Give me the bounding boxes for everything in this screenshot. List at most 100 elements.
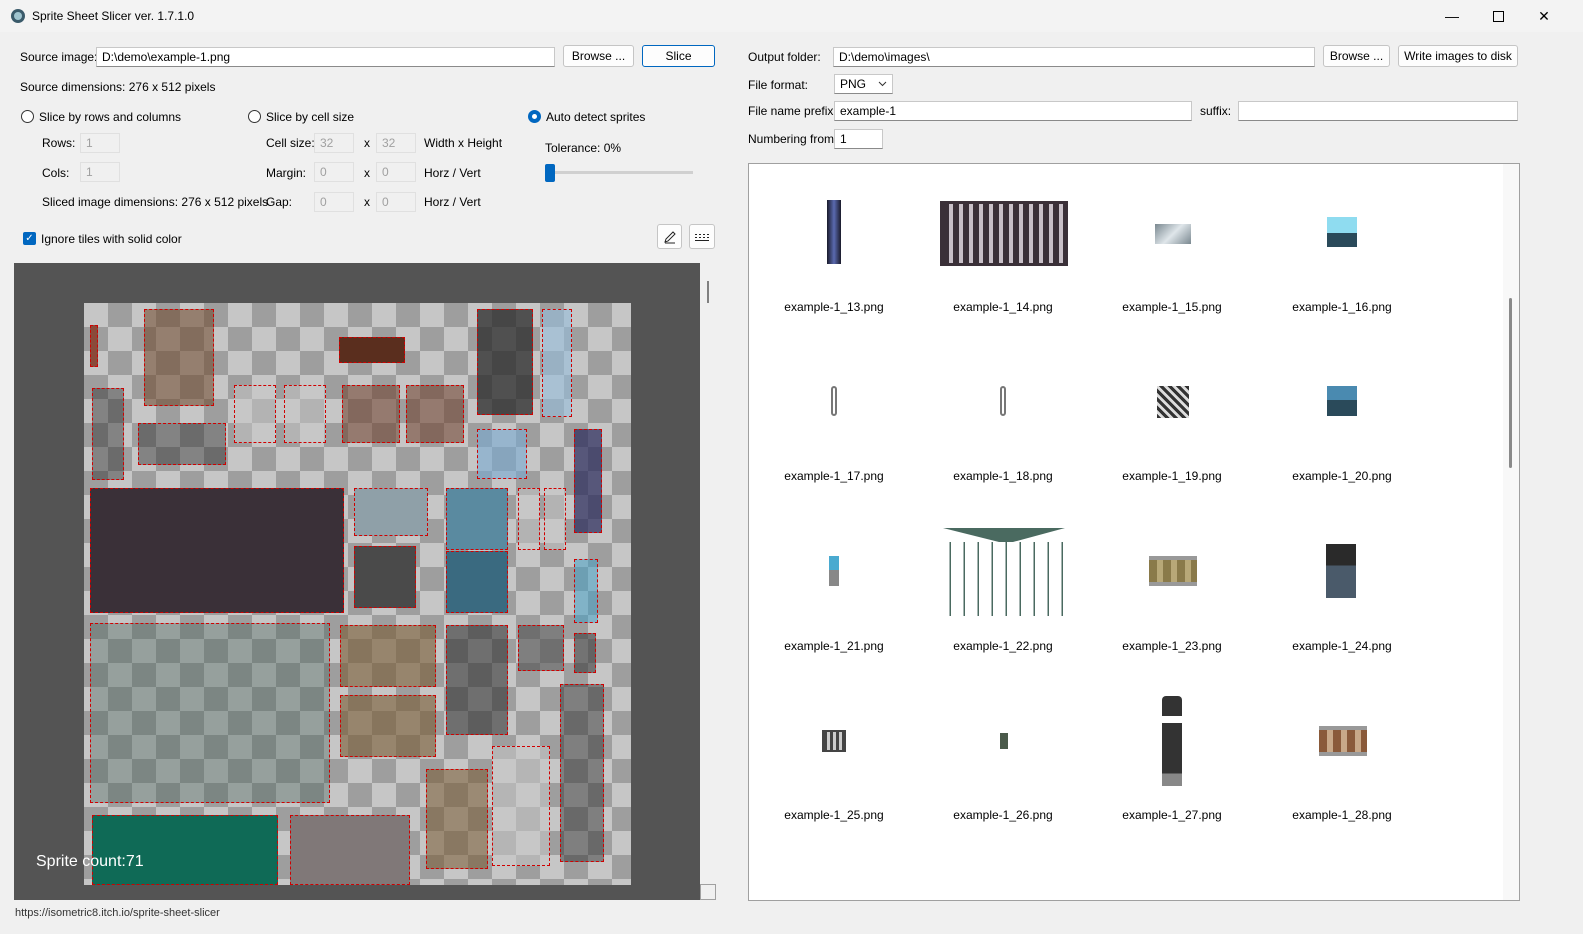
file-name: example-1_25.png [784, 808, 884, 822]
output-browse-button[interactable]: Browse ... [1323, 45, 1390, 67]
sprite[interactable] [574, 559, 598, 623]
sprite[interactable] [354, 488, 428, 536]
cell-size-field-label: Cell size: [266, 136, 315, 150]
suffix-field[interactable] [1238, 101, 1518, 121]
numbering-label: Numbering from: [748, 132, 838, 146]
file-prefix-field[interactable]: example-1 [834, 101, 1192, 121]
minimize-icon[interactable]: — [1429, 0, 1475, 32]
sprite[interactable] [90, 623, 330, 803]
file-format-label: File format: [748, 78, 809, 92]
preview-scroll-corner [700, 884, 716, 900]
sprite[interactable] [574, 633, 596, 673]
file-thumbnail [1000, 386, 1006, 416]
cell-height-field[interactable]: 32 [376, 133, 416, 153]
gap-horz-field[interactable]: 0 [314, 192, 354, 212]
cell-size-radio[interactable] [248, 110, 261, 123]
suffix-label: suffix: [1200, 104, 1232, 118]
output-scroll-thumb[interactable] [1509, 298, 1512, 468]
window-title: Sprite Sheet Slicer ver. 1.7.1.0 [32, 9, 195, 23]
sprite[interactable] [426, 769, 488, 869]
sprite[interactable] [342, 385, 400, 443]
source-browse-button[interactable]: Browse ... [563, 45, 634, 67]
file-name: example-1_19.png [1122, 469, 1222, 483]
edit-button[interactable] [657, 224, 682, 249]
sprite[interactable] [138, 423, 226, 465]
sprite[interactable] [339, 337, 405, 363]
sprite[interactable] [92, 815, 278, 885]
sprite[interactable] [340, 695, 436, 757]
cell-size-label: Slice by cell size [266, 110, 355, 124]
gap-vert-field[interactable]: 0 [376, 192, 416, 212]
sprite-sheet-image [84, 303, 631, 885]
sprite[interactable] [90, 325, 98, 367]
sprite[interactable] [446, 625, 508, 735]
pencil-icon [663, 230, 676, 243]
tolerance-track [545, 171, 693, 174]
sprite[interactable] [518, 625, 564, 671]
sprite[interactable] [477, 309, 533, 415]
margin-vert-field[interactable]: 0 [376, 162, 416, 182]
ignore-solid-checkbox[interactable]: ✓ [23, 232, 36, 245]
cols-label: Cols: [42, 166, 70, 180]
chevron-down-icon [878, 81, 887, 87]
sprite-preview[interactable]: Sprite count:71 [14, 263, 716, 900]
sprite[interactable] [446, 551, 508, 613]
sprite[interactable] [518, 488, 540, 550]
rows-cols-radio[interactable] [21, 110, 34, 123]
file-format-value: PNG [840, 77, 867, 91]
sprite[interactable] [406, 385, 464, 443]
slice-button[interactable]: Slice [642, 45, 715, 67]
file-thumbnail [1327, 386, 1357, 416]
grid-dots-icon [695, 233, 709, 241]
sprite-count: Sprite count:71 [36, 853, 144, 870]
write-images-button[interactable]: Write images to disk [1398, 45, 1518, 67]
rows-field[interactable]: 1 [80, 133, 120, 153]
file-format-select[interactable]: PNG [834, 74, 893, 94]
maximize-icon[interactable] [1475, 0, 1521, 32]
file-name: example-1_24.png [1292, 639, 1392, 653]
output-folder-field[interactable]: D:\demo\images\ [833, 47, 1315, 67]
sprite[interactable] [92, 388, 124, 480]
sprite[interactable] [477, 429, 527, 479]
rows-cols-label: Slice by rows and columns [39, 110, 182, 124]
file-thumbnail [822, 730, 846, 752]
auto-detect-label: Auto detect sprites [546, 110, 646, 124]
sprite[interactable] [544, 488, 566, 550]
preview-vertical-scrollbar[interactable] [700, 263, 716, 900]
sprite[interactable] [542, 309, 572, 417]
file-name: example-1_18.png [953, 469, 1053, 483]
auto-detect-radio[interactable] [528, 110, 541, 123]
sprite[interactable] [574, 429, 602, 533]
status-url[interactable]: https://isometric8.itch.io/sprite-sheet-… [15, 907, 220, 919]
output-vertical-scrollbar[interactable] [1503, 164, 1519, 900]
cell-width-field[interactable]: 32 [314, 133, 354, 153]
preview-scroll-thumb[interactable] [707, 281, 709, 303]
source-image-field[interactable]: D:\demo\example-1.png [96, 47, 555, 67]
sprite[interactable] [560, 684, 604, 862]
sprite[interactable] [144, 309, 214, 406]
sprite[interactable] [284, 385, 326, 443]
source-dimensions: Source dimensions: 276 x 512 pixels [20, 80, 216, 94]
file-thumbnail [1000, 733, 1008, 749]
sprite[interactable] [90, 488, 344, 613]
output-image-list[interactable]: example-1_13.png example-1_14.png exampl… [748, 163, 1520, 901]
sprite[interactable] [234, 385, 276, 443]
file-name: example-1_13.png [784, 300, 884, 314]
sprite[interactable] [492, 746, 550, 866]
file-name: example-1_26.png [953, 808, 1053, 822]
file-name: example-1_20.png [1292, 469, 1392, 483]
file-thumbnail [1157, 386, 1189, 418]
sprite[interactable] [354, 546, 416, 608]
file-thumbnail [1326, 544, 1356, 598]
file-name: example-1_27.png [1122, 808, 1222, 822]
file-thumbnail [829, 556, 839, 586]
sprite[interactable] [446, 488, 508, 550]
margin-horz-field[interactable]: 0 [314, 162, 354, 182]
close-icon[interactable]: ✕ [1521, 0, 1567, 32]
tolerance-slider[interactable] [545, 164, 555, 182]
sprite[interactable] [290, 815, 410, 885]
grid-toggle-button[interactable] [689, 224, 715, 249]
cols-field[interactable]: 1 [80, 162, 120, 182]
sprite[interactable] [340, 625, 436, 687]
numbering-field[interactable]: 1 [834, 129, 883, 149]
